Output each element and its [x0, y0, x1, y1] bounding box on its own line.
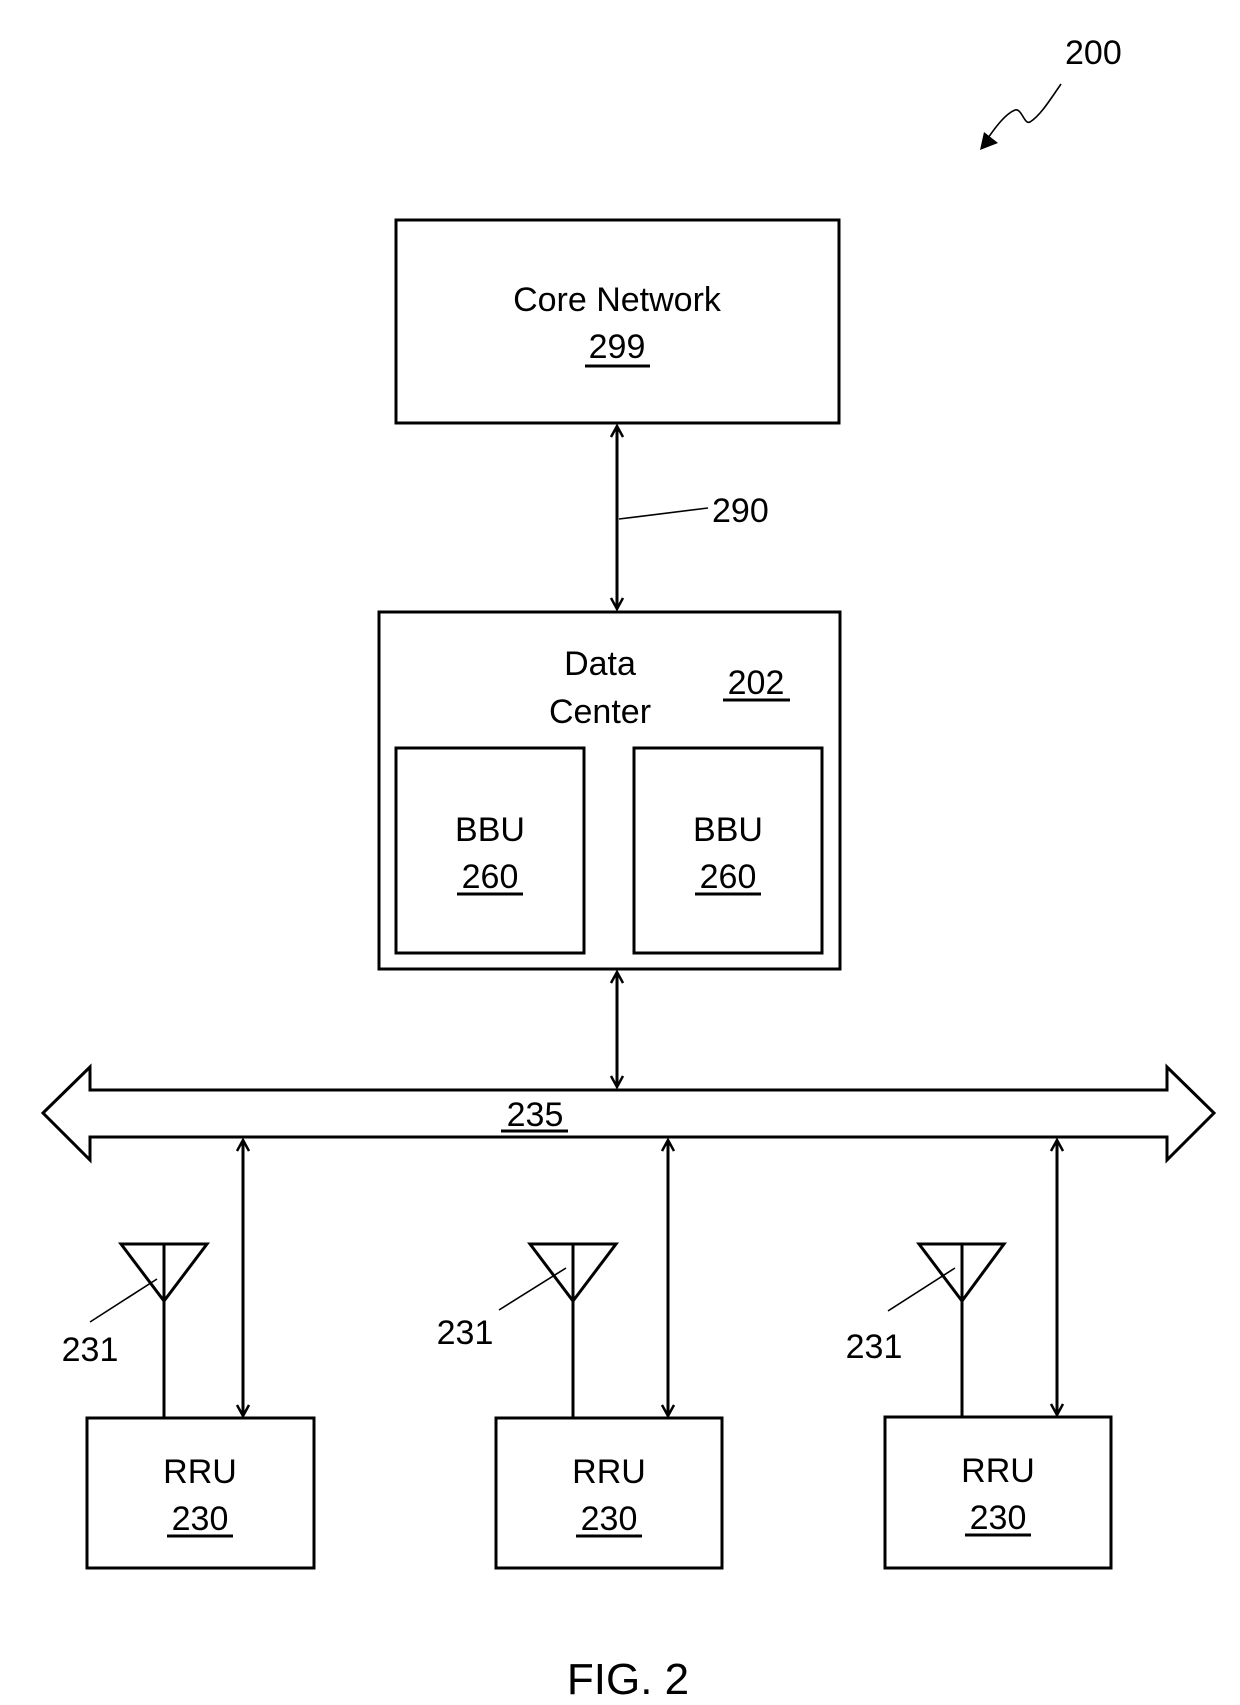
- data-center-title-line1: Data: [564, 645, 636, 683]
- bbu-ref: 260: [462, 858, 519, 896]
- bbu-ref: 260: [700, 858, 757, 896]
- rru-block: 231 RRU 230: [62, 1140, 316, 1570]
- rru-title: RRU: [572, 1453, 646, 1491]
- data-center-title-line2: Center: [549, 693, 651, 731]
- bbu-block: BBU 260: [394, 746, 586, 955]
- bus-double-arrow: [40, 1063, 1217, 1164]
- core-network-box: [394, 218, 841, 425]
- data-center-ref: 202: [728, 664, 785, 702]
- rru-ref: 230: [970, 1499, 1027, 1537]
- reference-squiggle: [987, 83, 1062, 139]
- bbu-box: [394, 746, 586, 955]
- data-center-block: Data Center 202 BBU 260 BBU 260: [377, 610, 842, 971]
- rru-title: RRU: [961, 1452, 1035, 1490]
- antenna-leader: [498, 1267, 567, 1311]
- link-290-leader: [618, 507, 709, 520]
- bbu-block: BBU 260: [632, 746, 824, 955]
- antenna-leader: [887, 1267, 956, 1312]
- core-network-block: Core Network 299: [394, 218, 841, 425]
- rru-title: RRU: [163, 1453, 237, 1491]
- rru-block: 231 RRU 230: [846, 1140, 1113, 1570]
- fronthaul-bus: 235: [40, 1063, 1217, 1164]
- figure-reference: 200: [980, 34, 1122, 150]
- antenna-ref: 231: [846, 1328, 903, 1366]
- bbu-title: BBU: [693, 811, 763, 849]
- antenna-ref: 231: [62, 1331, 119, 1369]
- bbu-title: BBU: [455, 811, 525, 849]
- bus-ref: 235: [507, 1096, 564, 1134]
- rru-box: [85, 1416, 316, 1570]
- patent-diagram: 200 Core Network 299 290 Data Center 202…: [40, 34, 1217, 1704]
- figure-reference-label: 200: [1065, 34, 1122, 72]
- rru-ref: 230: [581, 1500, 638, 1538]
- rru-block: 231 RRU 230: [437, 1140, 724, 1570]
- bbu-box: [632, 746, 824, 955]
- antenna-ref: 231: [437, 1314, 494, 1352]
- reference-arrowhead-icon: [980, 132, 998, 150]
- link-290-label: 290: [712, 492, 769, 530]
- rru-box: [883, 1415, 1113, 1570]
- rru-ref: 230: [172, 1500, 229, 1538]
- antenna-leader: [89, 1278, 158, 1323]
- core-to-datacenter-link: 290: [617, 426, 769, 609]
- rru-box: [494, 1416, 724, 1570]
- figure-caption: FIG. 2: [567, 1655, 689, 1704]
- core-network-title: Core Network: [513, 281, 722, 319]
- core-network-ref: 299: [589, 328, 646, 366]
